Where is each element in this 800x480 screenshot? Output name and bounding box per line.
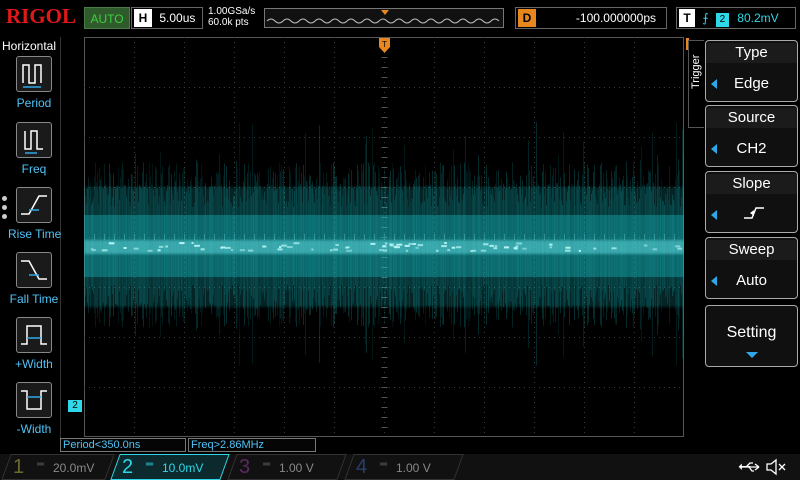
- delay-value: -100.000000ps: [575, 11, 656, 25]
- measure-label: Period: [16, 96, 52, 110]
- channel-bar: 1 ═ 20.0mV 2 ═ 10.0mV 3 ═ 1.00 V 4 ═ 1.0…: [0, 454, 800, 480]
- menu-arrow-icon: [711, 210, 717, 220]
- channel-number: 2: [122, 456, 134, 478]
- menu-value: Auto: [736, 272, 767, 289]
- horizontal-label: H: [134, 9, 152, 27]
- expand-arrow-icon: [746, 352, 758, 358]
- speaker-muted-icon[interactable]: [765, 458, 787, 476]
- run-status-badge[interactable]: AUTO: [84, 7, 130, 29]
- trigger-source-button[interactable]: Source CH2: [705, 105, 798, 167]
- ch2-ground-marker[interactable]: 2: [68, 400, 82, 412]
- usb-connected-icon: [741, 462, 760, 472]
- trigger-label: T: [679, 9, 695, 27]
- coupling-dc-icon: ═: [263, 459, 271, 470]
- channel-4-tab[interactable]: 4 ═ 1.00 V: [344, 454, 464, 480]
- trigger-level: 80.2mV: [737, 11, 779, 25]
- memory-waveform-preview: [266, 10, 500, 24]
- delay-box[interactable]: D -100.000000ps: [515, 7, 667, 29]
- positive-width-icon: [16, 317, 52, 353]
- channel-number: 3: [239, 456, 251, 478]
- measure-label: Freq: [21, 162, 47, 176]
- rigol-logo: RIGOL: [6, 4, 77, 28]
- trigger-sweep-button[interactable]: Sweep Auto: [705, 237, 798, 299]
- trigger-status-box[interactable]: T ⨍ 2 80.2mV: [676, 7, 796, 29]
- trigger-position-marker[interactable]: T: [379, 38, 390, 54]
- trigger-slope-button[interactable]: Slope: [705, 171, 798, 233]
- period-icon: [16, 56, 52, 92]
- channel-number: 1: [13, 456, 25, 478]
- measure-label: +Width: [15, 357, 53, 371]
- trigger-channel-badge: 2: [715, 13, 729, 27]
- measure-item-fall-time[interactable]: Fall Time: [8, 252, 60, 306]
- fall-time-icon: [16, 252, 52, 288]
- svg-text:T: T: [382, 40, 387, 49]
- acquisition-info: 1.00GSa/s 60.0k pts: [208, 6, 255, 28]
- negative-width-icon: [16, 382, 52, 418]
- channel-scale: 10.0mV: [162, 461, 204, 475]
- channel-3-tab[interactable]: 3 ═ 1.00 V: [227, 454, 347, 480]
- menu-title: Setting: [726, 324, 777, 341]
- timebase-value: 5.00us: [159, 11, 196, 25]
- measure-item-rise-time[interactable]: Rise Time: [8, 187, 62, 241]
- delay-label: D: [518, 9, 536, 27]
- channel-2-tab[interactable]: 2 ═ 10.0mV: [110, 454, 230, 480]
- menu-title: Type: [706, 43, 797, 63]
- sidebar-title: Horizontal: [2, 39, 57, 53]
- measure-item-period[interactable]: Period: [8, 56, 60, 110]
- menu-title: Source: [706, 108, 797, 128]
- measure-label: -Width: [16, 422, 52, 436]
- measurement-period[interactable]: Period<350.0ns: [60, 438, 186, 452]
- horizontal-timebase[interactable]: H 5.00us: [131, 7, 203, 29]
- menu-value: CH2: [736, 140, 767, 157]
- rising-edge-icon: [744, 207, 764, 219]
- sample-rate: 1.00GSa/s: [208, 6, 256, 17]
- trigger-type-button[interactable]: Type Edge: [705, 40, 798, 102]
- coupling-dc-icon: ═: [146, 459, 154, 470]
- channel-1-tab[interactable]: 1 ═ 20.0mV: [1, 454, 115, 480]
- trigger-tab-label: Trigger: [690, 54, 702, 89]
- channel-number: 4: [356, 456, 368, 478]
- ch2-waveform-trace: [84, 122, 684, 366]
- measurement-frequency[interactable]: Freq>2.86MHz: [188, 438, 316, 452]
- measure-item-positive-width[interactable]: +Width: [8, 317, 60, 371]
- coupling-dc-icon: ═: [380, 459, 388, 470]
- memory-depth: 60.0k pts: [208, 17, 249, 28]
- channel-scale: 20.0mV: [53, 461, 95, 475]
- frequency-icon: [16, 122, 52, 158]
- channel-scale: 1.00 V: [396, 461, 431, 475]
- memory-overview-window[interactable]: [264, 8, 504, 28]
- measure-item-freq[interactable]: Freq: [8, 122, 60, 176]
- coupling-dc-icon: ═: [37, 459, 45, 470]
- trigger-menu-tab: Trigger: [688, 40, 704, 128]
- rise-time-icon: [16, 187, 52, 223]
- measure-label: Rise Time: [8, 227, 62, 241]
- rising-edge-icon: ⨍: [702, 11, 709, 25]
- channel-scale: 1.00 V: [279, 461, 314, 475]
- menu-title: Sweep: [706, 240, 797, 260]
- trigger-setting-button[interactable]: Setting: [705, 305, 798, 367]
- measure-item-negative-width[interactable]: -Width: [8, 382, 60, 436]
- waveform-display[interactable]: [84, 37, 684, 437]
- measure-label: Fall Time: [9, 292, 59, 306]
- menu-title: Slope: [706, 174, 797, 194]
- menu-value: Edge: [733, 75, 770, 92]
